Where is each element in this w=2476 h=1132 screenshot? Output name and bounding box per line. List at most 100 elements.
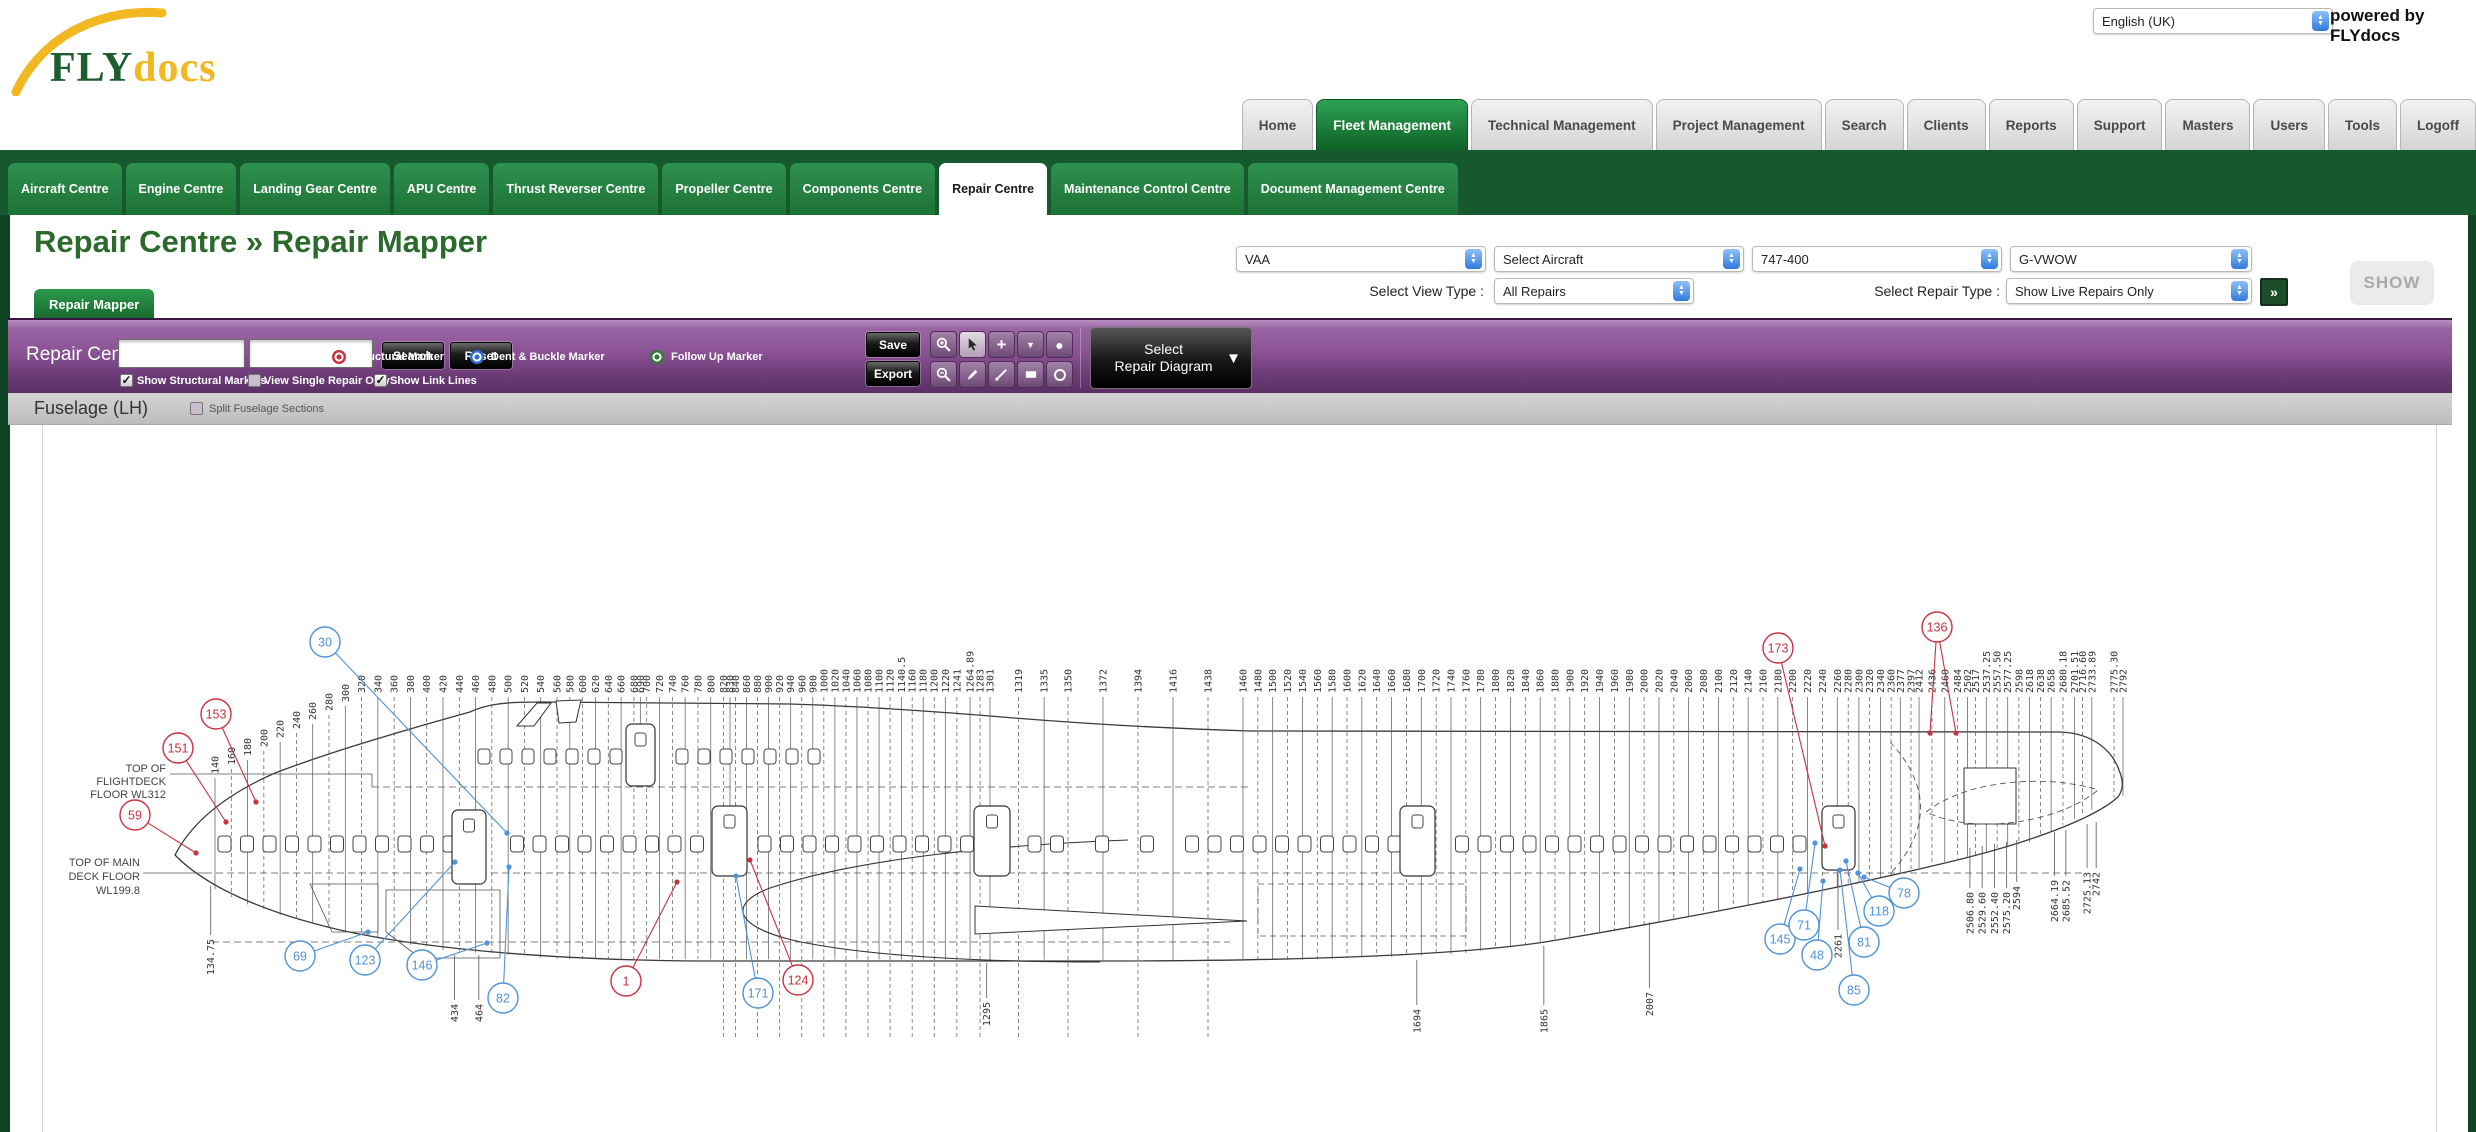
svg-text:2412: 2412 bbox=[1915, 669, 1926, 693]
main-tab-search[interactable]: Search bbox=[1825, 99, 1904, 150]
sub-tab-document-management-centre[interactable]: Document Management Centre bbox=[1248, 163, 1458, 215]
sub-tab-repair-centre[interactable]: Repair Centre bbox=[939, 163, 1047, 215]
svg-text:1980: 1980 bbox=[1625, 669, 1636, 693]
svg-text:123: 123 bbox=[355, 954, 376, 968]
svg-text:134.75: 134.75 bbox=[206, 939, 217, 975]
svg-text:2577.25: 2577.25 bbox=[2003, 651, 2014, 693]
sub-tab-components-centre[interactable]: Components Centre bbox=[790, 163, 935, 215]
sub-tab-apu-centre[interactable]: APU Centre bbox=[394, 163, 489, 215]
sub-tab-engine-centre[interactable]: Engine Centre bbox=[126, 163, 237, 215]
fuselage-section-title: Fuselage (LH) bbox=[34, 398, 148, 419]
svg-text:380: 380 bbox=[406, 675, 417, 693]
main-tab-reports[interactable]: Reports bbox=[1989, 99, 2074, 150]
tab-repair-mapper[interactable]: Repair Mapper bbox=[34, 289, 154, 320]
language-select[interactable]: English (UK) ▲▼ bbox=[2093, 8, 2333, 34]
svg-text:1940: 1940 bbox=[1595, 669, 1606, 693]
main-tab-home[interactable]: Home bbox=[1242, 99, 1314, 150]
aircraft-type-select[interactable]: 747-400▲▼ bbox=[1752, 246, 2002, 272]
select-stepper-icon: ▲▼ bbox=[2231, 281, 2248, 301]
svg-text:145: 145 bbox=[1770, 933, 1791, 947]
svg-text:1960: 1960 bbox=[1610, 669, 1621, 693]
expand-button[interactable]: » bbox=[2260, 278, 2288, 306]
svg-text:1372: 1372 bbox=[1098, 669, 1109, 693]
svg-text:200: 200 bbox=[259, 729, 270, 747]
svg-text:1865: 1865 bbox=[1539, 1009, 1550, 1033]
pencil-button[interactable] bbox=[959, 361, 986, 388]
svg-text:2742: 2742 bbox=[2092, 872, 2103, 896]
svg-text:2792: 2792 bbox=[2119, 669, 2130, 693]
svg-text:600: 600 bbox=[578, 675, 589, 693]
operator-select[interactable]: VAA▲▼ bbox=[1236, 246, 1486, 272]
svg-text:2040: 2040 bbox=[1669, 669, 1680, 693]
checkbox-view-single-repair-only[interactable] bbox=[248, 374, 261, 387]
split-fuselage-checkbox[interactable] bbox=[190, 402, 203, 415]
svg-text:78: 78 bbox=[1897, 887, 1911, 901]
select-cursor-button[interactable] bbox=[959, 331, 986, 358]
sub-tab-aircraft-centre[interactable]: Aircraft Centre bbox=[8, 163, 122, 215]
svg-text:980: 980 bbox=[808, 675, 819, 693]
main-tab-tools[interactable]: Tools bbox=[2328, 99, 2397, 150]
zoom-in-button[interactable] bbox=[930, 331, 957, 358]
main-tab-project-management[interactable]: Project Management bbox=[1656, 99, 1822, 150]
sub-tab-thrust-reverser-centre[interactable]: Thrust Reverser Centre bbox=[493, 163, 658, 215]
registration-select[interactable]: G-VWOW▲▼ bbox=[2010, 246, 2252, 272]
svg-text:220: 220 bbox=[276, 720, 287, 738]
svg-text:620: 620 bbox=[591, 675, 602, 693]
main-tab-clients[interactable]: Clients bbox=[1907, 99, 1986, 150]
marker-triangle-button[interactable]: ▼ bbox=[1017, 331, 1044, 358]
zoom-out-button[interactable] bbox=[930, 361, 957, 388]
svg-text:480: 480 bbox=[487, 675, 498, 693]
svg-text:2680.18: 2680.18 bbox=[2058, 651, 2069, 693]
svg-text:1220: 1220 bbox=[941, 669, 952, 693]
save-button[interactable]: Save bbox=[866, 332, 920, 357]
show-button[interactable]: SHOW bbox=[2350, 261, 2434, 305]
centre-nav: Aircraft CentreEngine CentreLanding Gear… bbox=[8, 163, 1458, 215]
toolbar-divider bbox=[1080, 328, 1081, 388]
svg-text:1438: 1438 bbox=[1203, 669, 1214, 693]
svg-text:1200: 1200 bbox=[930, 669, 941, 693]
checkbox-show-link-lines[interactable]: ✓ bbox=[374, 374, 387, 387]
main-tab-logoff[interactable]: Logoff bbox=[2400, 99, 2476, 150]
flydocs-logo[interactable]: FLYdocs bbox=[10, 4, 250, 96]
main-tab-fleet-management[interactable]: Fleet Management bbox=[1316, 99, 1468, 150]
marker-dot-button[interactable]: ● bbox=[1046, 331, 1073, 358]
svg-text:740: 740 bbox=[668, 675, 679, 693]
main-tab-users[interactable]: Users bbox=[2253, 99, 2325, 150]
svg-text:82: 82 bbox=[496, 992, 510, 1006]
view-type-label: Select View Type : bbox=[1284, 283, 1484, 299]
svg-text:WL199.8: WL199.8 bbox=[96, 885, 140, 897]
rectangle-tool-button[interactable] bbox=[1017, 361, 1044, 388]
view-type-select[interactable]: All Repairs▲▼ bbox=[1494, 278, 1694, 304]
repair-marker-59[interactable]: 59 bbox=[120, 800, 199, 856]
svg-text:1640: 1640 bbox=[1372, 669, 1383, 693]
select-repair-diagram-button[interactable]: SelectRepair Diagram ▼ bbox=[1090, 327, 1252, 389]
svg-text:560: 560 bbox=[553, 675, 564, 693]
main-tab-support[interactable]: Support bbox=[2077, 99, 2163, 150]
line-tool-button[interactable] bbox=[988, 361, 1015, 388]
fuselage-diagram[interactable]: 1401601802002202402602803003203403603804… bbox=[0, 425, 2476, 1132]
sub-tab-maintenance-control-centre[interactable]: Maintenance Control Centre bbox=[1051, 163, 1244, 215]
repair-type-select[interactable]: Show Live Repairs Only▲▼ bbox=[2006, 278, 2252, 304]
sub-tab-propeller-centre[interactable]: Propeller Centre bbox=[662, 163, 785, 215]
aircraft-select[interactable]: Select Aircraft▲▼ bbox=[1494, 246, 1744, 272]
svg-text:1700: 1700 bbox=[1417, 669, 1428, 693]
svg-text:1580: 1580 bbox=[1328, 669, 1339, 693]
repair-marker-151[interactable]: 151 bbox=[163, 733, 229, 825]
svg-text:1860: 1860 bbox=[1536, 669, 1547, 693]
sub-tab-landing-gear-centre[interactable]: Landing Gear Centre bbox=[240, 163, 390, 215]
checkbox-show-structural-markers[interactable]: ✓ bbox=[120, 374, 133, 387]
svg-text:1301: 1301 bbox=[986, 669, 997, 693]
add-marker-button[interactable]: + bbox=[988, 331, 1015, 358]
ellipse-tool-button[interactable] bbox=[1046, 361, 1073, 388]
search-input-1[interactable] bbox=[118, 339, 245, 368]
svg-text:2506.80: 2506.80 bbox=[1965, 892, 1976, 934]
main-tab-masters[interactable]: Masters bbox=[2165, 99, 2250, 150]
svg-text:1295: 1295 bbox=[982, 1002, 993, 1026]
main-tab-technical-management[interactable]: Technical Management bbox=[1471, 99, 1653, 150]
export-button[interactable]: Export bbox=[866, 361, 920, 386]
svg-text:400: 400 bbox=[422, 675, 433, 693]
svg-text:TOP OF: TOP OF bbox=[125, 763, 166, 775]
svg-text:1: 1 bbox=[623, 975, 630, 989]
select-stepper-icon: ▲▼ bbox=[2312, 11, 2329, 31]
svg-text:2377: 2377 bbox=[1896, 669, 1907, 693]
